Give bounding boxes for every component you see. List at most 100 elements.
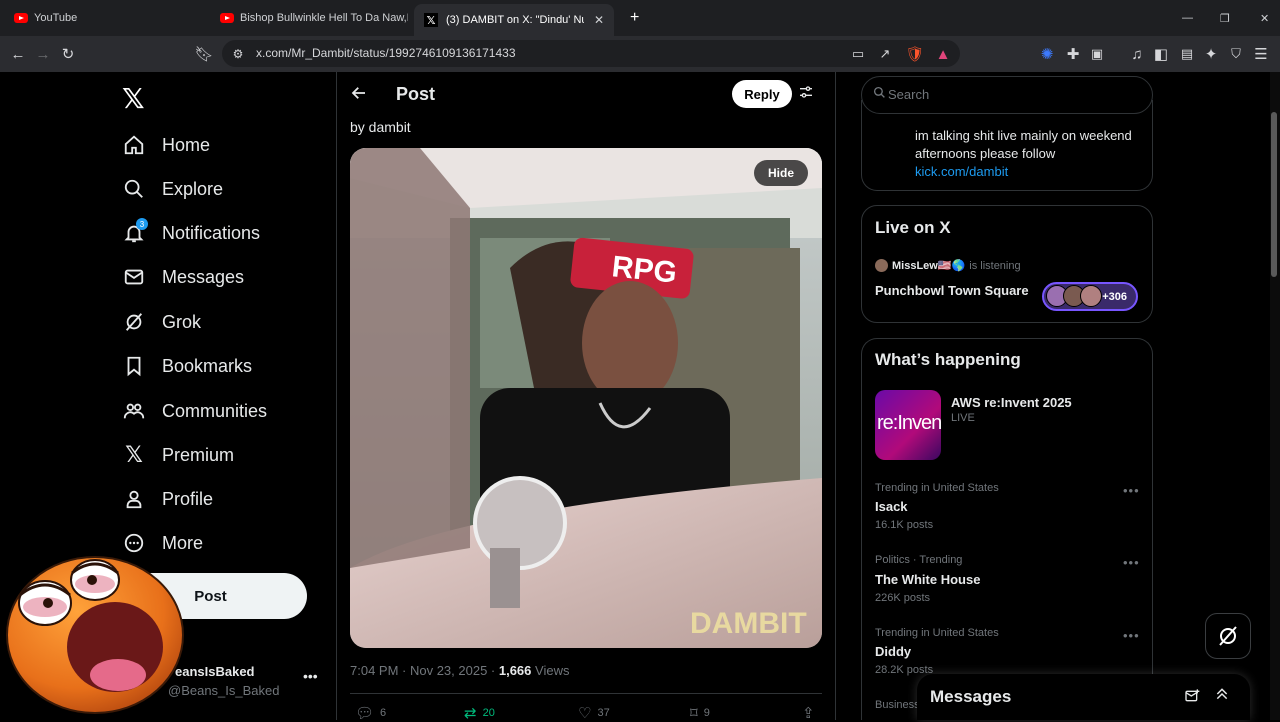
tab-dambit-post[interactable]: 𝕏 (3) DAMBIT on X: "Dindu' Nu ✕	[414, 4, 614, 36]
nav-label: Messages	[162, 266, 245, 287]
bio-link[interactable]: kick.com/dambit	[915, 164, 1008, 179]
tab-youtube[interactable]: YouTube	[4, 4, 204, 32]
nav-home[interactable]: Home	[122, 125, 210, 165]
trend-category: Trending in United States	[875, 482, 999, 494]
trend-more-icon[interactable]: •••	[1123, 555, 1140, 570]
featured-event-status: LIVE	[951, 412, 975, 424]
expand-drawer-icon[interactable]	[1214, 686, 1230, 706]
trend-name[interactable]: The White House	[875, 572, 980, 587]
x-logo-icon[interactable]: 𝕏	[122, 82, 145, 115]
repost-stat[interactable]: ⇄ 20	[464, 704, 495, 722]
brave-rewards-icon[interactable]: ▲	[931, 36, 955, 72]
share-icon[interactable]: ↗	[873, 36, 897, 72]
vpn-icon[interactable]: ⛉	[1224, 36, 1248, 72]
listener-count: +306	[1102, 290, 1127, 303]
views-label: Views	[531, 663, 570, 678]
x-favicon-icon: 𝕏	[424, 13, 438, 27]
live-host-status: is listening	[969, 259, 1021, 272]
back-arrow-icon[interactable]	[350, 84, 368, 107]
reply-button[interactable]: Reply	[732, 80, 792, 108]
nav-premium[interactable]: 𝕏 Premium	[122, 435, 234, 475]
live-host[interactable]: MissLew🇺🇸🌎 is listening	[875, 259, 1021, 272]
bookmark-page-icon[interactable]: 🔖︎	[192, 36, 216, 72]
x-premium-icon: 𝕏	[125, 442, 143, 467]
tab-bishop-bullwinkle[interactable]: Bishop Bullwinkle Hell To Da Naw,Na	[210, 4, 408, 32]
nav-messages[interactable]: Messages	[122, 257, 244, 297]
youtube-icon	[14, 13, 28, 23]
nav-grok[interactable]: Grok	[122, 302, 201, 342]
leo-ai-icon[interactable]: ✦	[1199, 36, 1223, 72]
trend-category: Politics · Trending	[875, 554, 963, 566]
profile-bio: im talking shit live mainly on weekend a…	[915, 127, 1140, 181]
extension-wallet-icon[interactable]: ✺	[1035, 36, 1059, 72]
new-tab-button[interactable]: +	[620, 4, 646, 32]
repost-count: 20	[482, 707, 495, 719]
grok-icon	[1219, 626, 1237, 646]
live-section-title: Live on X	[875, 218, 951, 237]
avatar	[875, 259, 888, 272]
media-icon[interactable]: ♫	[1125, 36, 1149, 72]
back-arrow-icon[interactable]: ←	[6, 36, 30, 72]
hide-media-button[interactable]: Hide	[754, 160, 808, 186]
cast-icon[interactable]: ▭	[846, 36, 870, 72]
nav-communities[interactable]: Communities	[122, 391, 267, 431]
url-text[interactable]: x.com/Mr_Dambit/status/19927461091361714…	[256, 46, 516, 60]
close-window-icon[interactable]: ✕	[1250, 4, 1276, 32]
grok-floating-button[interactable]	[1205, 613, 1251, 659]
menu-icon[interactable]: ☰	[1249, 36, 1273, 72]
reply-stat[interactable]: 💬︎ 6	[355, 704, 386, 722]
tab-title: (3) DAMBIT on X: "Dindu' Nu	[446, 14, 584, 26]
nav-profile[interactable]: Profile	[122, 479, 213, 519]
share-icon: ⇪	[802, 705, 815, 722]
reply-count: 6	[380, 707, 387, 719]
trend-post-count: 28.2K posts	[875, 664, 934, 676]
extensions-icon[interactable]: ✚	[1061, 36, 1085, 72]
trend-post-count: 16.1K posts	[875, 519, 934, 531]
trend-more-icon[interactable]: •••	[1123, 483, 1140, 498]
bookmark-count: 9	[703, 707, 710, 719]
bookmark-stat[interactable]: ⌑ 9	[690, 704, 710, 722]
trend-more-icon[interactable]: •••	[1123, 628, 1140, 643]
reply-icon: 💬︎	[355, 705, 375, 722]
scrollbar-thumb[interactable]	[1271, 112, 1277, 277]
account-more-icon[interactable]: •••	[303, 668, 318, 684]
trend-name[interactable]: Isack	[875, 499, 908, 514]
trend-name[interactable]: Diddy	[875, 644, 911, 659]
heart-icon: ♡	[578, 705, 592, 722]
tab-title: YouTube	[34, 12, 78, 24]
home-icon	[122, 133, 146, 157]
live-space-title[interactable]: Punchbowl Town Square	[875, 283, 1029, 298]
featured-event-title[interactable]: AWS re:Invent 2025	[951, 395, 1072, 410]
reader-icon[interactable]: ▣	[1085, 36, 1109, 72]
forward-arrow-icon[interactable]: →	[31, 36, 55, 72]
like-stat[interactable]: ♡ 37	[578, 704, 610, 722]
site-info-icon[interactable]: ⚙	[226, 36, 250, 72]
new-message-icon[interactable]	[1184, 688, 1200, 707]
nav-label: Notifications	[162, 222, 261, 243]
close-tab-icon[interactable]: ✕	[594, 13, 604, 27]
post-byline: by dambit	[350, 119, 411, 135]
like-count: 37	[597, 707, 610, 719]
nav-explore[interactable]: Explore	[122, 169, 223, 209]
reload-icon[interactable]: ↻	[56, 36, 80, 72]
aws-reinvent-image[interactable]: re:Invent	[875, 390, 941, 460]
tab-title: Bishop Bullwinkle Hell To Da Naw,Na	[240, 12, 408, 24]
filter-settings-icon[interactable]	[798, 84, 814, 104]
whats-happening-title: What’s happening	[875, 350, 1021, 369]
grok-icon	[122, 310, 146, 334]
brave-shield-icon[interactable]: 🛡︎	[903, 36, 927, 72]
minimize-window-icon[interactable]: —	[1172, 4, 1198, 32]
browser-tab-bar: YouTube Bishop Bullwinkle Hell To Da Naw…	[0, 0, 1280, 36]
nav-bookmarks[interactable]: Bookmarks	[122, 346, 252, 386]
envelope-icon	[122, 265, 146, 289]
messages-drawer-title[interactable]: Messages	[930, 687, 1011, 707]
sidebar-toggle-icon[interactable]: ◧	[1149, 36, 1173, 72]
restore-window-icon[interactable]: ❐	[1210, 4, 1236, 32]
trend-category: Business	[875, 699, 920, 711]
share-stat[interactable]: ⇪	[802, 704, 821, 722]
bookmark-icon	[122, 354, 146, 378]
post-media-video[interactable]: RPG DAMBIT	[350, 148, 822, 648]
bean-sticker-overlay	[6, 556, 184, 714]
post-timestamp: 7:04 PM · Nov 23, 2025 ·	[350, 663, 499, 678]
wallet-icon[interactable]: ▤	[1175, 36, 1199, 72]
